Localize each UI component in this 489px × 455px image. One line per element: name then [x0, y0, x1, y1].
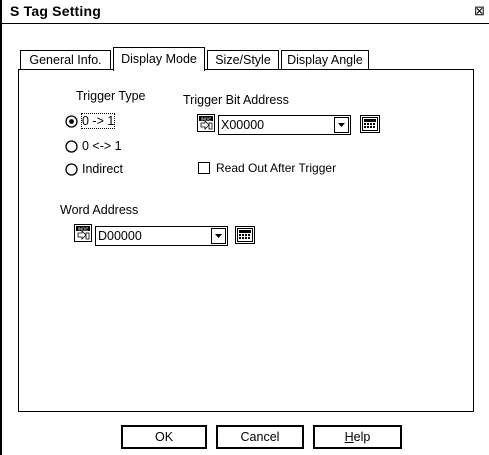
radio-empty-icon — [65, 162, 78, 176]
ok-button-label: OK — [154, 430, 174, 444]
word-address-combo[interactable]: D00000 — [95, 226, 228, 246]
radio-indirect-label: Indirect — [82, 162, 123, 176]
radio-0-to-1[interactable]: 0 -> 1 — [65, 113, 116, 129]
dialog-window: S Tag Setting ⊠ General Info. Display Mo… — [0, 0, 489, 455]
cancel-button[interactable]: Cancel — [216, 425, 304, 449]
word-address-label: Word Address — [60, 203, 139, 217]
read-out-after-trigger-label: Read Out After Trigger — [216, 161, 337, 175]
chevron-down-icon[interactable] — [334, 117, 349, 133]
trigger-bit-address-value: X00000 — [221, 118, 265, 132]
radio-0-toggle-1-label: 0 <-> 1 — [82, 139, 122, 153]
keypad-icon[interactable] — [360, 115, 380, 133]
trigger-bit-address-label: Trigger Bit Address — [183, 93, 289, 107]
title-bar: S Tag Setting ⊠ — [2, 0, 489, 24]
tab-display-angle[interactable]: Display Angle — [281, 50, 369, 70]
keypad-icon[interactable] — [235, 226, 255, 244]
trigger-bit-address-combo[interactable]: X00000 — [218, 115, 351, 135]
read-out-after-trigger-checkbox[interactable]: Read Out After Trigger — [198, 161, 336, 175]
trigger-type-label: Trigger Type — [74, 89, 148, 103]
radio-selected-icon — [65, 114, 78, 128]
tab-display-angle-label: Display Angle — [287, 53, 363, 67]
tab-display-mode[interactable]: Display Mode — [113, 47, 205, 71]
close-icon[interactable]: ⊠ — [472, 4, 487, 19]
device-input-icon[interactable]: INDE — [197, 114, 215, 132]
device-input-icon[interactable]: INDE — [74, 224, 92, 242]
radio-0-to-1-label: 0 -> 1 — [80, 113, 116, 129]
tab-general-info-label: General Info. — [29, 53, 102, 67]
help-button[interactable]: Help — [313, 425, 402, 449]
help-button-label: Help — [344, 430, 371, 444]
radio-indirect[interactable]: Indirect — [65, 161, 123, 177]
tab-general-info[interactable]: General Info. — [20, 50, 111, 70]
checkbox-box — [198, 162, 210, 174]
tab-display-mode-label: Display Mode — [121, 52, 197, 66]
radio-0-toggle-1[interactable]: 0 <-> 1 — [65, 138, 122, 154]
word-address-value: D00000 — [98, 229, 142, 243]
radio-empty-icon — [65, 139, 78, 153]
chevron-down-icon[interactable] — [211, 228, 226, 244]
cancel-button-label: Cancel — [240, 430, 280, 444]
window-title: S Tag Setting — [10, 3, 102, 19]
svg-text:INDE: INDE — [201, 116, 212, 121]
svg-text:INDE: INDE — [78, 226, 89, 231]
ok-button[interactable]: OK — [121, 425, 207, 449]
tab-size-style-label: Size/Style — [215, 53, 271, 67]
tab-size-style[interactable]: Size/Style — [207, 50, 279, 70]
